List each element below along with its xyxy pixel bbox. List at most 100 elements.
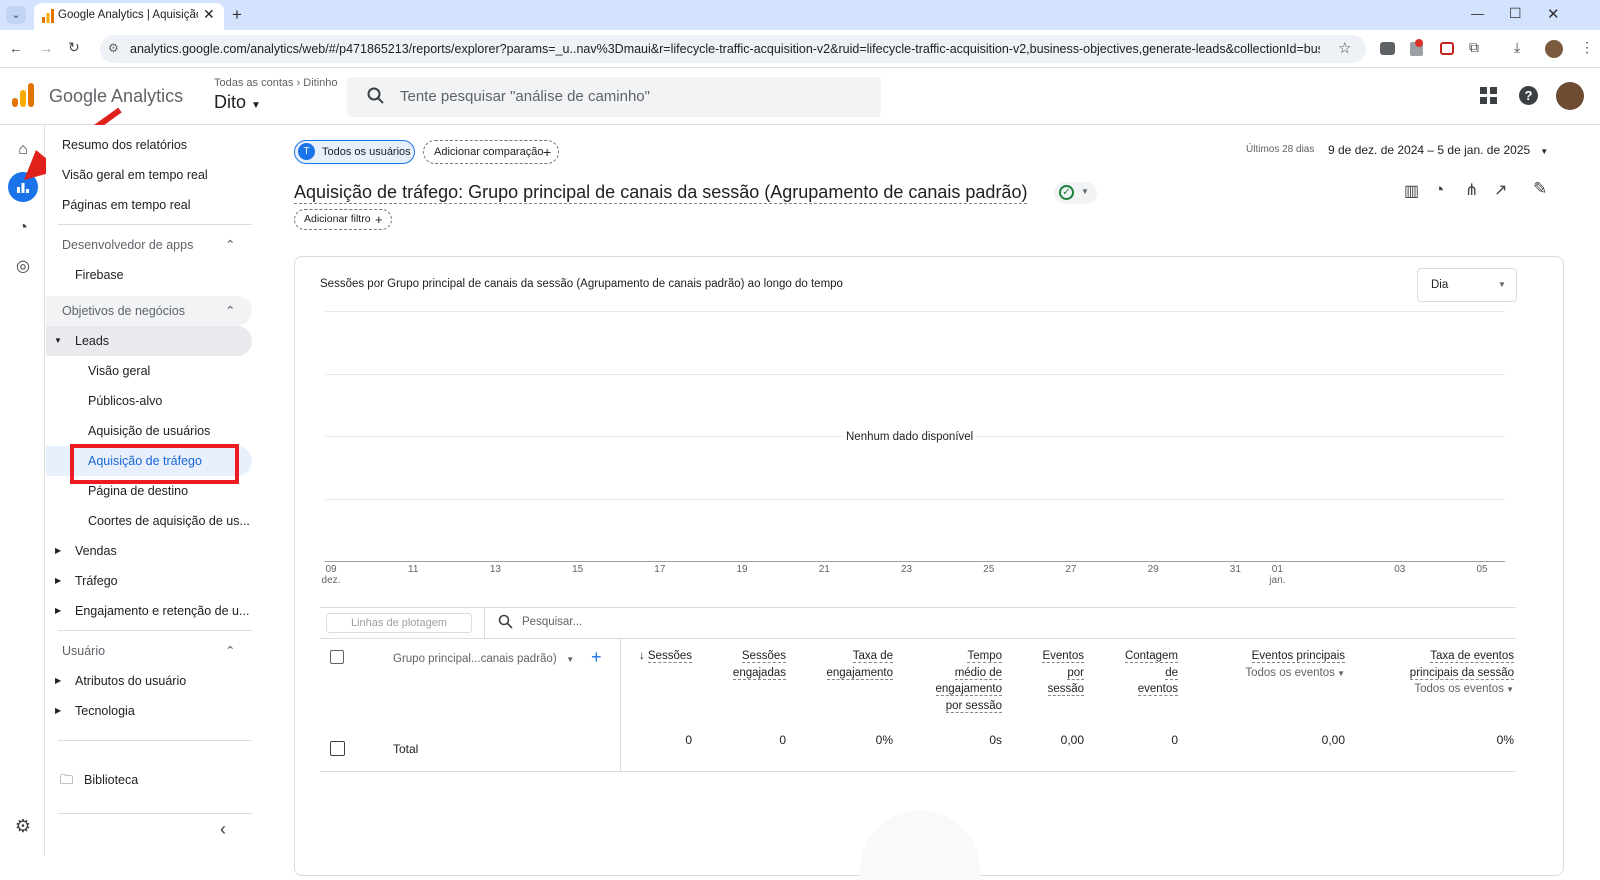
highlight-box xyxy=(70,444,239,484)
chevron-up-icon: ⌃ xyxy=(225,644,236,658)
nav-user-acquisition[interactable]: Aquisição de usuários xyxy=(46,416,252,446)
chart-gridline xyxy=(325,374,1505,375)
forward-icon[interactable]: → xyxy=(39,40,53,56)
download-icon[interactable]: ⤓ xyxy=(1514,39,1520,56)
segment-chip[interactable]: T Todos os usuários xyxy=(294,140,415,164)
dropdown-arrow-icon: ▼ xyxy=(566,655,575,664)
x-tick-label: 15 xyxy=(572,564,584,575)
metric-header[interactable]: Eventos por sessão xyxy=(1014,648,1084,698)
profile-avatar[interactable] xyxy=(1545,40,1563,58)
property-selector[interactable]: Dito ▼ xyxy=(214,92,261,113)
report-status-button[interactable]: ✓ ▼ xyxy=(1054,182,1097,204)
nav-leads-overview[interactable]: Visão geral xyxy=(46,356,252,386)
metric-header[interactable]: Contagem de eventos xyxy=(1098,648,1178,698)
nav-realtime-overview[interactable]: Visão geral em tempo real xyxy=(46,160,252,190)
add-comparison-button[interactable]: Adicionar comparação + xyxy=(423,140,559,164)
left-rail: ⌂ ◔ ◎ ⚙ xyxy=(0,125,45,856)
explore-icon[interactable]: ◔ xyxy=(8,213,38,243)
breadcrumb[interactable]: Todas as contas › Ditinho xyxy=(214,77,338,89)
nav-section-business-objectives[interactable]: Objetivos de negócios ⌃ xyxy=(46,296,252,326)
admin-gear-icon[interactable]: ⚙ xyxy=(8,811,38,841)
address-bar[interactable]: ⚙ analytics.google.com/analytics/web/#/p… xyxy=(100,35,1366,63)
dropdown-arrow-icon: ▼ xyxy=(1081,187,1089,196)
metric-header-line: Tempo xyxy=(902,648,1002,665)
nav-traffic[interactable]: ▶ Tráfego xyxy=(46,566,252,596)
reload-icon[interactable]: ↻ xyxy=(68,39,80,56)
x-tick-label: 21 xyxy=(818,564,830,575)
advertising-icon[interactable]: ◎ xyxy=(8,252,38,282)
metric-header[interactable]: ↓ Sessões xyxy=(612,648,692,665)
metric-header-line: Todos os eventos ▼ xyxy=(1354,681,1514,699)
metric-header-line: principais da sessão xyxy=(1354,665,1514,682)
maximize-icon[interactable]: ☐ xyxy=(1509,5,1522,22)
report-title[interactable]: Aquisição de tráfego: Grupo principal de… xyxy=(294,182,1028,204)
new-tab-icon[interactable]: + xyxy=(232,5,242,25)
nav-acquisition-cohorts[interactable]: Coortes de aquisição de us... xyxy=(46,506,252,536)
site-info-icon[interactable]: ⚙ xyxy=(108,41,119,55)
metric-header-text: engajadas xyxy=(732,666,786,680)
metric-header-line: Eventos principais xyxy=(1215,648,1345,665)
nav-sales[interactable]: ▶ Vendas xyxy=(46,536,252,566)
compare-columns-icon[interactable]: ▥ xyxy=(1404,181,1419,201)
granularity-select[interactable]: Dia ▼ xyxy=(1417,268,1517,302)
event-filter-select[interactable]: Todos os eventos xyxy=(1414,683,1504,695)
search-input[interactable]: Tente pesquisar "análise de caminho" xyxy=(347,77,881,117)
x-tick-label: 19 xyxy=(736,564,748,575)
nav-realtime-pages[interactable]: Páginas em tempo real xyxy=(46,190,252,220)
plot-rows-button[interactable]: Linhas de plotagem xyxy=(326,613,472,633)
account-avatar[interactable] xyxy=(1556,82,1584,110)
back-icon[interactable]: ← xyxy=(9,40,23,56)
nav-audiences[interactable]: Públicos-alvo xyxy=(46,386,252,416)
browser-menu-icon[interactable]: ⋮ xyxy=(1580,39,1594,56)
dimension-selector[interactable]: Grupo principal...canais padrão) ▼ xyxy=(393,653,574,665)
metric-header[interactable]: Tempo médio de engajamento por sessão xyxy=(902,648,1002,714)
share-icon[interactable]: ⋔ xyxy=(1465,180,1478,200)
close-tab-icon[interactable]: ✕ xyxy=(203,6,215,23)
trend-icon[interactable]: ↗ xyxy=(1494,180,1507,200)
add-filter-button[interactable]: Adicionar filtro + xyxy=(294,209,392,230)
total-metric-value: 0 xyxy=(685,733,692,747)
close-window-icon[interactable]: ✕ xyxy=(1547,5,1560,23)
add-dimension-plus-icon[interactable]: + xyxy=(591,647,602,668)
total-row-checkbox[interactable] xyxy=(330,741,345,756)
metric-header[interactable]: Taxa de engajamento xyxy=(803,648,893,681)
help-icon[interactable]: ? xyxy=(1519,86,1538,105)
nav-firebase[interactable]: Firebase xyxy=(46,260,252,290)
chart-gridline xyxy=(325,311,1505,312)
nav-reports-snapshot[interactable]: Resumo dos relatórios xyxy=(46,130,252,160)
edit-pencil-icon[interactable]: ✎ xyxy=(1533,179,1547,199)
bookmark-star-icon[interactable]: ☆ xyxy=(1338,39,1351,57)
metric-header[interactable]: Sessões engajadas xyxy=(706,648,786,681)
nav-technology[interactable]: ▶ Tecnologia xyxy=(46,696,252,726)
caret-right-icon: ▶ xyxy=(55,706,62,715)
metric-header[interactable]: Taxa de eventos principais da sessão Todos… xyxy=(1354,648,1514,699)
metric-header-line: engajamento xyxy=(902,681,1002,698)
minimize-icon[interactable]: — xyxy=(1471,6,1484,21)
metric-header-text: por xyxy=(1067,666,1084,680)
table-search-input[interactable]: Pesquisar... xyxy=(522,616,582,628)
x-tick-label: 09 dez. xyxy=(316,564,346,586)
nav-section-user[interactable]: Usuário ⌃ xyxy=(46,636,252,666)
extension-icon[interactable] xyxy=(1410,39,1423,56)
extension-icon[interactable] xyxy=(1440,42,1454,55)
select-all-checkbox[interactable] xyxy=(330,650,344,664)
nav-section-app-developer[interactable]: Desenvolvedor de apps ⌃ xyxy=(46,230,252,260)
metric-header-text: Contagem xyxy=(1124,650,1178,663)
collapse-nav-icon[interactable]: ‹ xyxy=(220,819,226,840)
extensions-puzzle-icon[interactable]: ⧉ xyxy=(1469,39,1479,56)
extension-icon[interactable] xyxy=(1380,42,1395,55)
metric-header-line: Todos os eventos ▼ xyxy=(1215,665,1345,683)
nav-library[interactable]: 🗀 Biblioteca xyxy=(46,765,252,795)
insights-icon[interactable]: ◔ xyxy=(1434,180,1444,200)
date-range-picker[interactable]: 9 de dez. de 2024 – 5 de jan. de 2025 ▼ xyxy=(1328,143,1548,157)
x-tick-label: 13 xyxy=(489,564,501,575)
nav-leads[interactable]: ▼ Leads xyxy=(46,326,252,356)
apps-grid-icon[interactable] xyxy=(1480,87,1497,104)
tab-search-icon[interactable]: ⌄ xyxy=(6,6,26,24)
event-filter-select[interactable]: Todos os eventos xyxy=(1245,667,1335,679)
metric-header[interactable]: Eventos principais Todos os eventos ▼ xyxy=(1215,648,1345,682)
nav-user-attributes[interactable]: ▶ Atributos do usuário xyxy=(46,666,252,696)
nav-engagement-retention[interactable]: ▶ Engajamento e retenção de u... xyxy=(46,596,252,626)
analytics-favicon-icon xyxy=(42,9,54,23)
browser-tab[interactable]: Google Analytics | Aquisição de ✕ xyxy=(34,3,224,30)
